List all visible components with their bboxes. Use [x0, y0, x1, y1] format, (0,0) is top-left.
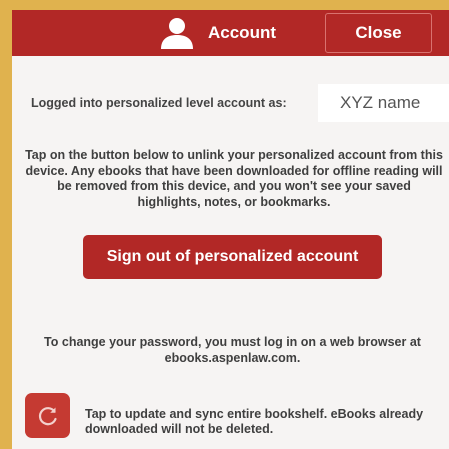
account-name-field: XYZ name [318, 84, 449, 122]
refresh-icon [38, 406, 57, 425]
password-instructions: To change your password, you must log in… [16, 334, 449, 366]
account-panel: Account Close Logged into personalized l… [12, 10, 449, 449]
account-header: Account Close [12, 10, 449, 56]
sign-out-button[interactable]: Sign out of personalized account [83, 235, 382, 279]
password-website-link: ebooks.aspenlaw.com. [164, 351, 301, 365]
close-button[interactable]: Close [325, 13, 432, 53]
sync-description: Tap to update and sync entire bookshelf.… [85, 407, 424, 436]
sync-bookshelf-button[interactable] [25, 393, 70, 438]
page-title: Account [208, 23, 276, 42]
password-instructions-line: To change your password, you must log in… [44, 335, 421, 349]
header-title-group: Account [160, 16, 276, 50]
logged-in-row: Logged into personalized level account a… [12, 84, 449, 122]
logged-in-label: Logged into personalized level account a… [31, 96, 287, 110]
user-icon [161, 18, 193, 49]
unlink-description: Tap on the button below to unlink your p… [25, 148, 443, 209]
